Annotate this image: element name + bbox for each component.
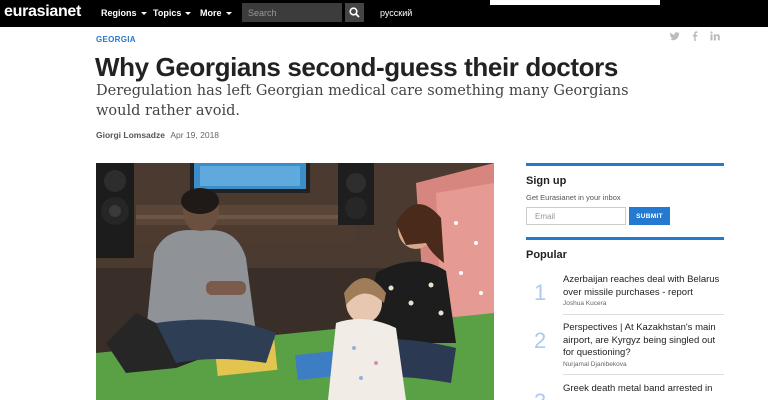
article-category-link[interactable]: GEORGIA	[96, 35, 136, 44]
popular-rank: 2	[534, 328, 547, 353]
popular-divider	[526, 237, 724, 240]
popular-item-author[interactable]: Joshua Kucera	[563, 300, 606, 307]
signup-subheading: Get Eurasianet in your inbox	[526, 193, 621, 202]
nav-regions-label: Regions	[101, 8, 137, 18]
chevron-down-icon	[225, 12, 232, 16]
nav-more-label: More	[200, 8, 222, 18]
nav-regions-menu[interactable]: Regions	[101, 8, 147, 18]
article-headline: Why Georgians second-guess their doctors	[95, 52, 618, 82]
nav-topics-label: Topics	[153, 8, 182, 18]
nav-more-menu[interactable]: More	[200, 8, 232, 18]
search-button[interactable]	[345, 3, 364, 22]
top-bar-white-panel	[490, 0, 660, 5]
popular-item[interactable]: 3 Greek death metal band arrested in	[526, 383, 724, 400]
popular-rank: 3	[534, 389, 546, 400]
signup-divider	[526, 163, 724, 166]
popular-heading: Popular	[526, 249, 567, 261]
share-icons	[670, 31, 720, 41]
popular-item[interactable]: 2 Perspectives | At Kazakhstan's main ai…	[526, 322, 724, 370]
popular-item-title[interactable]: Azerbaijan reaches deal with Belarus ove…	[563, 274, 723, 299]
signup-heading: Sign up	[526, 175, 567, 187]
search-icon	[349, 7, 360, 18]
article-deck: Deregulation has left Georgian medical c…	[96, 83, 629, 119]
chevron-down-icon	[185, 12, 192, 16]
top-navigation-bar: eurasianet Regions Topics More русский	[0, 0, 768, 27]
email-field[interactable]	[526, 207, 626, 225]
facebook-icon[interactable]	[690, 31, 700, 41]
twitter-icon[interactable]	[670, 31, 680, 41]
hero-photo	[96, 163, 494, 400]
article-byline: Giorgi Lomsadze Apr 19, 2018	[96, 130, 219, 140]
popular-rank: 1	[534, 280, 547, 305]
list-divider	[563, 314, 724, 315]
chevron-down-icon	[140, 12, 147, 16]
popular-item-title[interactable]: Perspectives | At Kazakhstan's main airp…	[563, 322, 723, 360]
popular-item[interactable]: 1 Azerbaijan reaches deal with Belarus o…	[526, 274, 724, 314]
publish-date: Apr 19, 2018	[170, 130, 220, 140]
search-input[interactable]	[242, 3, 342, 22]
language-switch-link[interactable]: русский	[380, 8, 412, 18]
popular-item-author[interactable]: Nurjamal Djanibekova	[563, 361, 627, 368]
site-logo[interactable]: eurasianet	[4, 3, 81, 21]
popular-item-title[interactable]: Greek death metal band arrested in	[563, 383, 723, 396]
linkedin-icon[interactable]	[710, 31, 720, 41]
submit-button[interactable]: SUBMIT	[629, 207, 670, 225]
list-divider	[563, 374, 724, 375]
author-link[interactable]: Giorgi Lomsadze	[96, 130, 165, 140]
nav-topics-menu[interactable]: Topics	[153, 8, 192, 18]
